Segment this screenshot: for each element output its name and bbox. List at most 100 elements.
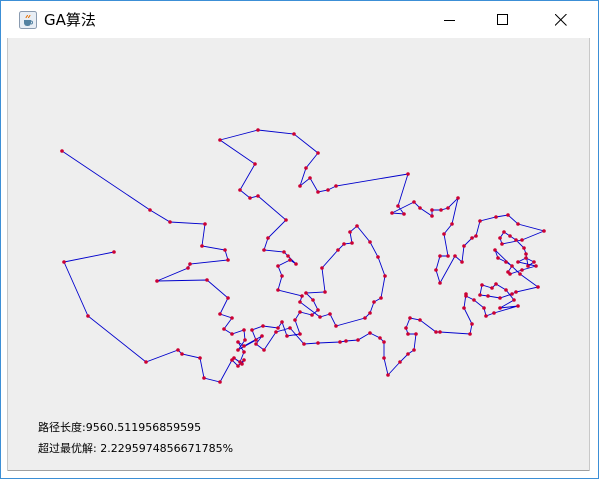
city-point (336, 248, 340, 252)
city-point (478, 219, 482, 223)
city-point (386, 373, 390, 377)
city-point (86, 314, 90, 318)
city-point (446, 206, 450, 210)
city-point (516, 222, 520, 226)
city-point (460, 260, 464, 264)
city-point (266, 236, 270, 240)
city-point (205, 278, 209, 282)
city-point (261, 324, 265, 328)
city-point (262, 248, 266, 252)
city-point (276, 288, 280, 292)
city-point (316, 341, 320, 345)
city-point (418, 206, 422, 210)
city-point (316, 190, 320, 194)
city-point (254, 338, 258, 342)
city-point (226, 258, 230, 262)
city-point (294, 262, 298, 266)
city-point (439, 208, 443, 212)
city-point (300, 294, 304, 298)
city-point (356, 338, 360, 342)
city-point (230, 316, 234, 320)
city-point (298, 310, 302, 314)
city-point (298, 332, 302, 336)
city-point (240, 362, 244, 366)
city-point (148, 208, 152, 212)
city-point (512, 298, 516, 302)
city-point (276, 264, 280, 268)
city-point (442, 232, 446, 236)
city-point (478, 293, 482, 297)
city-point (363, 316, 367, 320)
city-point (406, 352, 410, 356)
city-point (202, 376, 206, 380)
city-point (323, 290, 327, 294)
city-point (504, 288, 508, 292)
city-point (376, 255, 380, 259)
city-point (308, 176, 312, 180)
city-point (524, 256, 528, 260)
city-point (355, 224, 359, 228)
city-point (472, 298, 476, 302)
city-point (218, 380, 222, 384)
city-point (398, 360, 402, 364)
city-point (62, 260, 66, 264)
city-point (453, 254, 457, 258)
city-point (223, 248, 227, 252)
city-point (412, 200, 416, 204)
city-point (60, 149, 64, 153)
city-point (414, 332, 418, 336)
city-point (462, 244, 466, 248)
city-point (494, 215, 498, 219)
city-point (198, 356, 202, 360)
city-point (250, 328, 254, 332)
path-length-label: 路径长度:9560.511956859595 (38, 421, 202, 434)
city-point (243, 338, 247, 342)
city-point (326, 188, 330, 192)
city-point (430, 214, 434, 218)
city-point (280, 320, 284, 324)
city-point (254, 342, 258, 346)
city-point (383, 274, 387, 278)
city-point (404, 326, 408, 330)
city-point (474, 234, 478, 238)
city-point (446, 254, 450, 258)
city-point (168, 220, 172, 224)
city-point (508, 234, 512, 238)
city-point (348, 230, 352, 234)
city-point (180, 352, 184, 356)
city-point (274, 330, 278, 334)
city-point (282, 250, 286, 254)
city-point (506, 213, 510, 217)
city-point (218, 312, 222, 316)
city-point (284, 218, 288, 222)
city-point (502, 230, 506, 234)
city-point (412, 348, 416, 352)
tour-plot (60, 128, 546, 384)
city-point (462, 306, 466, 310)
city-point (506, 270, 510, 274)
city-point (514, 238, 518, 242)
city-point (236, 348, 240, 352)
city-point (438, 281, 442, 285)
city-point (482, 306, 486, 310)
city-point (236, 340, 240, 344)
city-point (468, 332, 472, 336)
city-point (242, 328, 246, 332)
city-point (418, 318, 422, 322)
city-point (368, 240, 372, 244)
city-point (510, 264, 514, 268)
city-point (248, 196, 252, 200)
city-point (498, 296, 502, 300)
city-point (256, 128, 260, 132)
city-point (238, 188, 242, 192)
city-point (514, 290, 518, 294)
city-point (524, 252, 528, 256)
city-point (253, 162, 257, 166)
city-point (188, 262, 192, 266)
city-point (542, 229, 546, 233)
city-point (302, 342, 306, 346)
city-point (292, 132, 296, 136)
city-point (316, 151, 320, 155)
city-point (490, 286, 494, 290)
city-point (310, 313, 314, 317)
